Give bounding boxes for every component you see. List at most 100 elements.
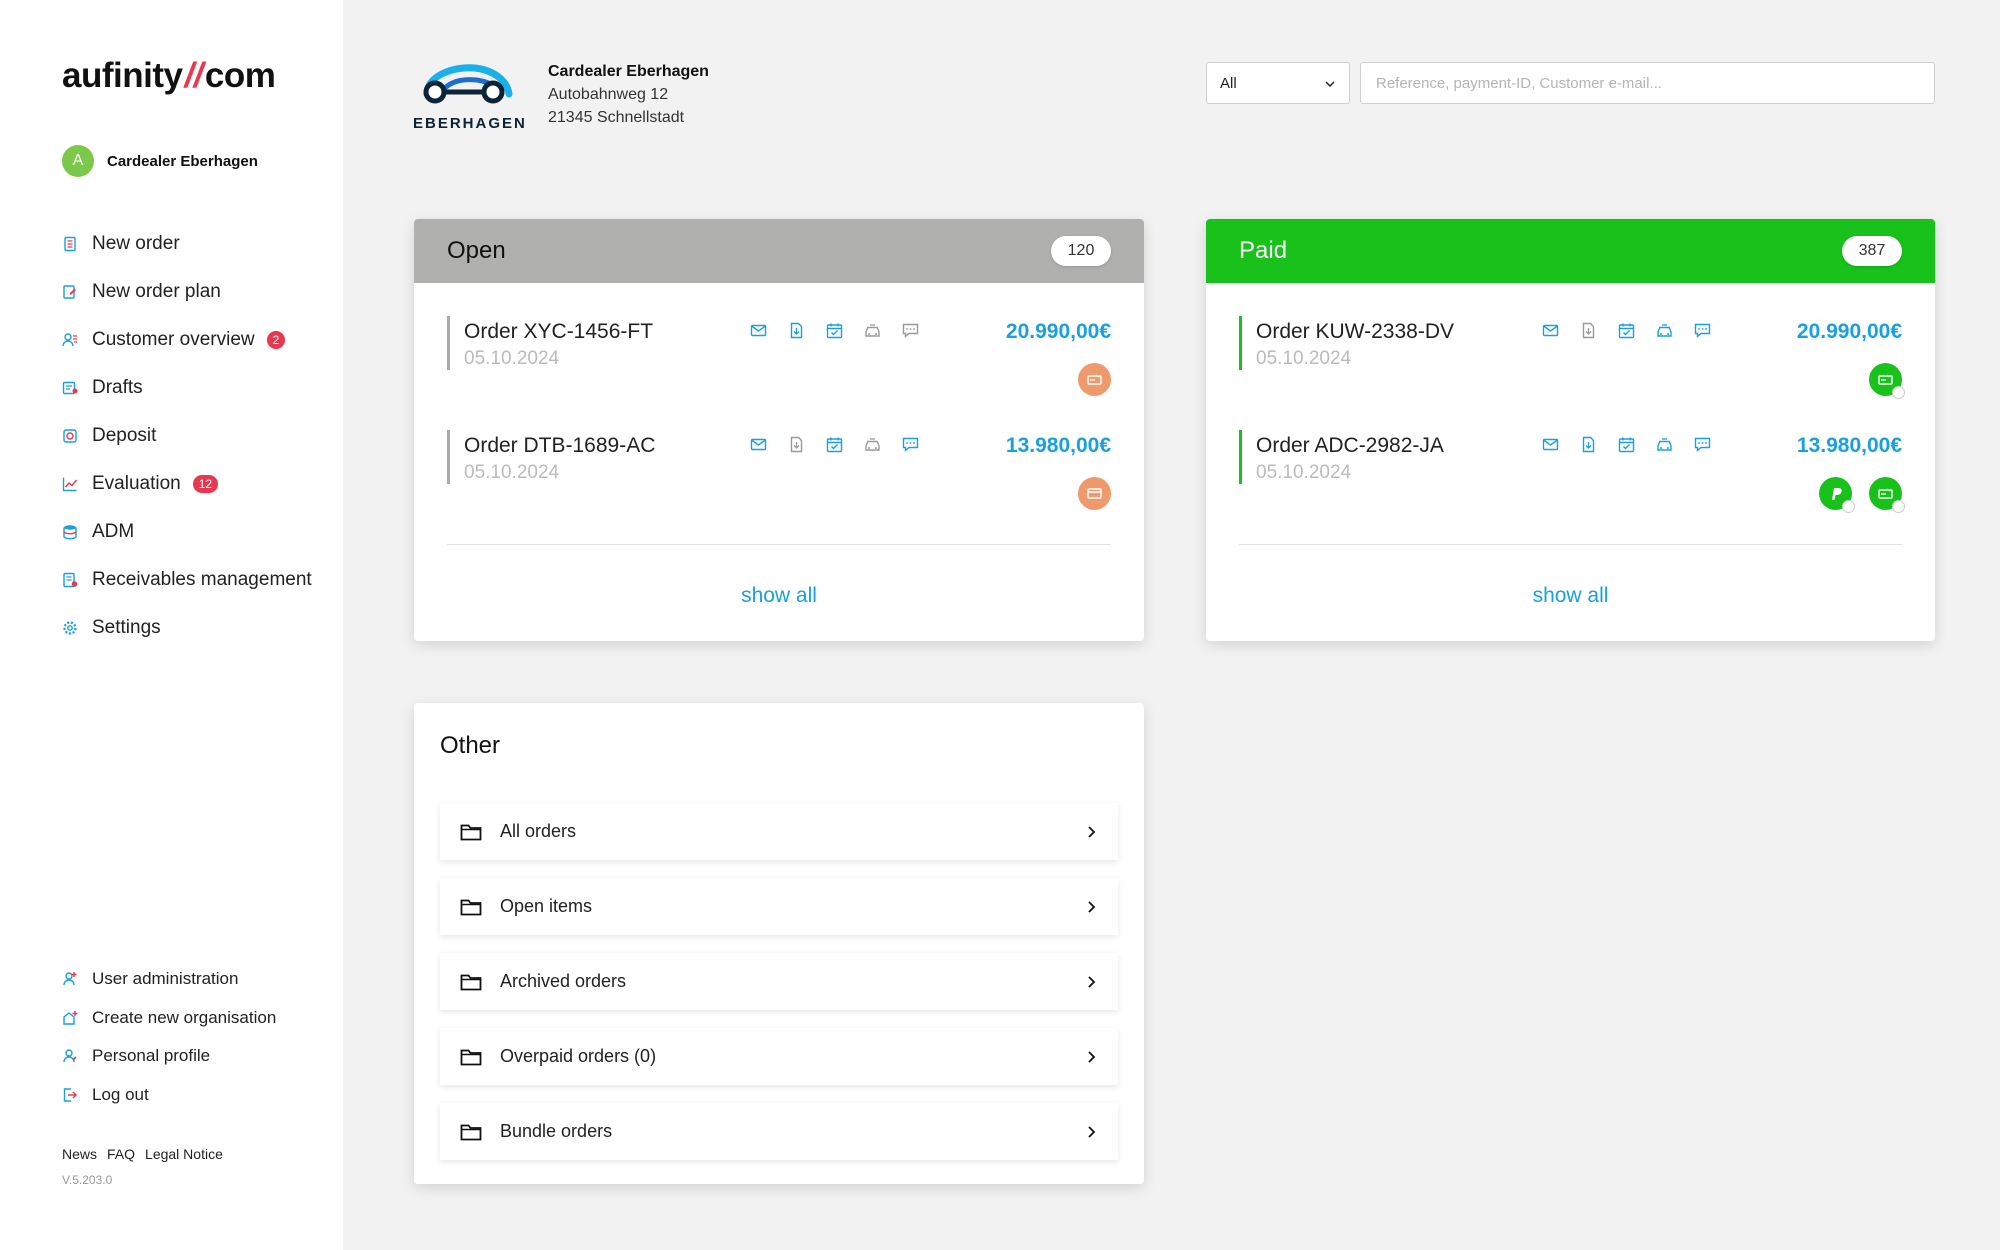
legal-notice-link[interactable]: Legal Notice xyxy=(145,1146,223,1162)
calendar-check-icon[interactable] xyxy=(1618,436,1635,453)
evaluation-badge: 12 xyxy=(192,475,219,493)
order-row[interactable]: Order ADC-2982-JA 05.10.2024 13.980,00€ xyxy=(1239,430,1905,530)
chevron-right-icon xyxy=(1086,1050,1098,1064)
open-show-all-link[interactable]: show all xyxy=(414,584,1144,608)
order-status-bar xyxy=(1239,430,1242,484)
mail-icon[interactable] xyxy=(1542,436,1559,453)
dealer-info: Cardealer Eberhagen Autobahnweg 12 21345… xyxy=(548,60,709,129)
folder-label: Overpaid orders (0) xyxy=(500,1046,657,1066)
nav-item-deposit[interactable]: Deposit xyxy=(62,412,312,460)
order-status-icons xyxy=(750,436,919,453)
car-icon[interactable] xyxy=(864,322,881,339)
order-status-bar xyxy=(1239,316,1242,370)
financing-payment-icon[interactable] xyxy=(1869,363,1905,399)
nav-item-new-order[interactable]: New order xyxy=(62,220,312,268)
calendar-check-icon[interactable] xyxy=(826,436,843,453)
organisation-icon xyxy=(62,1010,78,1026)
comment-icon[interactable] xyxy=(1694,436,1711,453)
calendar-check-icon[interactable] xyxy=(826,322,843,339)
paid-show-all-link[interactable]: show all xyxy=(1206,584,1935,608)
calendar-check-icon[interactable] xyxy=(1618,322,1635,339)
document-download-icon[interactable] xyxy=(1580,436,1597,453)
folder-row-archived-orders[interactable]: Archived orders xyxy=(440,953,1118,1010)
nav-label: Drafts xyxy=(92,377,143,398)
nav-item-customer-overview[interactable]: Customer overview 2 xyxy=(62,316,312,364)
secondary-nav: User administration Create new organisat… xyxy=(62,960,276,1114)
status-filter-select[interactable]: All xyxy=(1206,62,1350,104)
folder-row-bundle-orders[interactable]: Bundle orders xyxy=(440,1103,1118,1160)
drafts-icon xyxy=(62,380,78,396)
payment-status-icons xyxy=(1819,477,1905,513)
paid-orders-card: Paid 387 Order KUW-2338-DV 05.10.2024 20… xyxy=(1206,219,1935,641)
credit-card-payment-icon[interactable] xyxy=(1078,477,1111,510)
payment-status-icons xyxy=(1869,363,1905,399)
mail-icon[interactable] xyxy=(750,436,767,453)
document-download-icon[interactable] xyxy=(1580,322,1597,339)
document-download-icon[interactable] xyxy=(788,436,805,453)
nav-item-drafts[interactable]: Drafts xyxy=(62,364,312,412)
paid-card-header: Paid 387 xyxy=(1206,219,1935,283)
order-status-bar xyxy=(447,316,450,370)
chevron-right-icon xyxy=(1086,900,1098,914)
order-row[interactable]: Order XYC-1456-FT 05.10.2024 20.990,00€ xyxy=(447,316,1111,416)
car-icon[interactable] xyxy=(1656,436,1673,453)
folder-row-overpaid-orders[interactable]: Overpaid orders (0) xyxy=(440,1028,1118,1085)
other-card-title: Other xyxy=(440,732,501,759)
folder-row-all-orders[interactable]: All orders xyxy=(440,803,1118,860)
nav-item-new-order-plan[interactable]: New order plan xyxy=(62,268,312,316)
gear-icon xyxy=(62,620,78,636)
nav-item-adm[interactable]: ADM xyxy=(62,508,312,556)
nav-label: Deposit xyxy=(92,425,157,446)
order-row[interactable]: Order DTB-1689-AC 05.10.2024 13.980,00€ xyxy=(447,430,1111,530)
nav-item-settings[interactable]: Settings xyxy=(62,604,312,652)
nav-item-personal-profile[interactable]: Personal profile xyxy=(62,1037,276,1076)
faq-link[interactable]: FAQ xyxy=(107,1146,135,1162)
chart-icon xyxy=(62,476,78,492)
nav-label: Customer overview xyxy=(92,329,255,350)
folder-label: Archived orders xyxy=(500,971,627,991)
dealer-street: Autobahnweg 12 xyxy=(548,86,669,103)
user-admin-icon xyxy=(62,971,78,987)
comment-icon[interactable] xyxy=(902,436,919,453)
financing-payment-icon[interactable] xyxy=(1869,477,1905,513)
news-link[interactable]: News xyxy=(62,1146,97,1162)
mail-icon[interactable] xyxy=(750,322,767,339)
nav-item-user-administration[interactable]: User administration xyxy=(62,960,276,999)
nav-item-create-organisation[interactable]: Create new organisation xyxy=(62,999,276,1038)
customer-overview-badge: 2 xyxy=(266,331,286,349)
comment-icon[interactable] xyxy=(1694,322,1711,339)
car-icon[interactable] xyxy=(864,436,881,453)
check-icon xyxy=(1892,386,1905,399)
database-icon xyxy=(62,524,78,540)
financing-payment-icon[interactable] xyxy=(1078,363,1111,396)
nav-label: New order plan xyxy=(92,281,221,302)
open-card-title: Open xyxy=(447,237,506,264)
account-switcher[interactable]: A Cardealer Eberhagen xyxy=(62,145,258,177)
folder-row-open-items[interactable]: Open items xyxy=(440,878,1118,935)
order-status-icons xyxy=(1542,436,1711,453)
folder-label: Bundle orders xyxy=(500,1121,613,1141)
profile-icon xyxy=(62,1048,78,1064)
mail-icon[interactable] xyxy=(1542,322,1559,339)
nav-item-receivables-management[interactable]: Receivables management xyxy=(62,556,312,604)
chevron-right-icon xyxy=(1086,1125,1098,1139)
document-download-icon[interactable] xyxy=(788,322,805,339)
nav-item-log-out[interactable]: Log out xyxy=(62,1076,276,1115)
aufinity-logo[interactable]: aufinity//com xyxy=(62,56,276,96)
order-row[interactable]: Order KUW-2338-DV 05.10.2024 20.990,00€ xyxy=(1239,316,1905,416)
card-divider xyxy=(1239,544,1902,545)
chevron-right-icon xyxy=(1086,975,1098,989)
logout-icon xyxy=(62,1087,78,1103)
folder-icon xyxy=(460,823,482,841)
search-input[interactable] xyxy=(1360,62,1935,104)
car-icon[interactable] xyxy=(1656,322,1673,339)
comment-icon[interactable] xyxy=(902,322,919,339)
check-icon xyxy=(1842,500,1855,513)
nav-item-evaluation[interactable]: Evaluation 12 xyxy=(62,460,312,508)
paid-count-badge: 387 xyxy=(1842,236,1902,266)
footer-links: News FAQ Legal Notice xyxy=(62,1146,223,1162)
deposit-icon xyxy=(62,428,78,444)
payment-status-icons xyxy=(1078,363,1111,396)
order-name: Order DTB-1689-AC xyxy=(464,434,656,457)
paypal-payment-icon[interactable] xyxy=(1819,477,1855,513)
